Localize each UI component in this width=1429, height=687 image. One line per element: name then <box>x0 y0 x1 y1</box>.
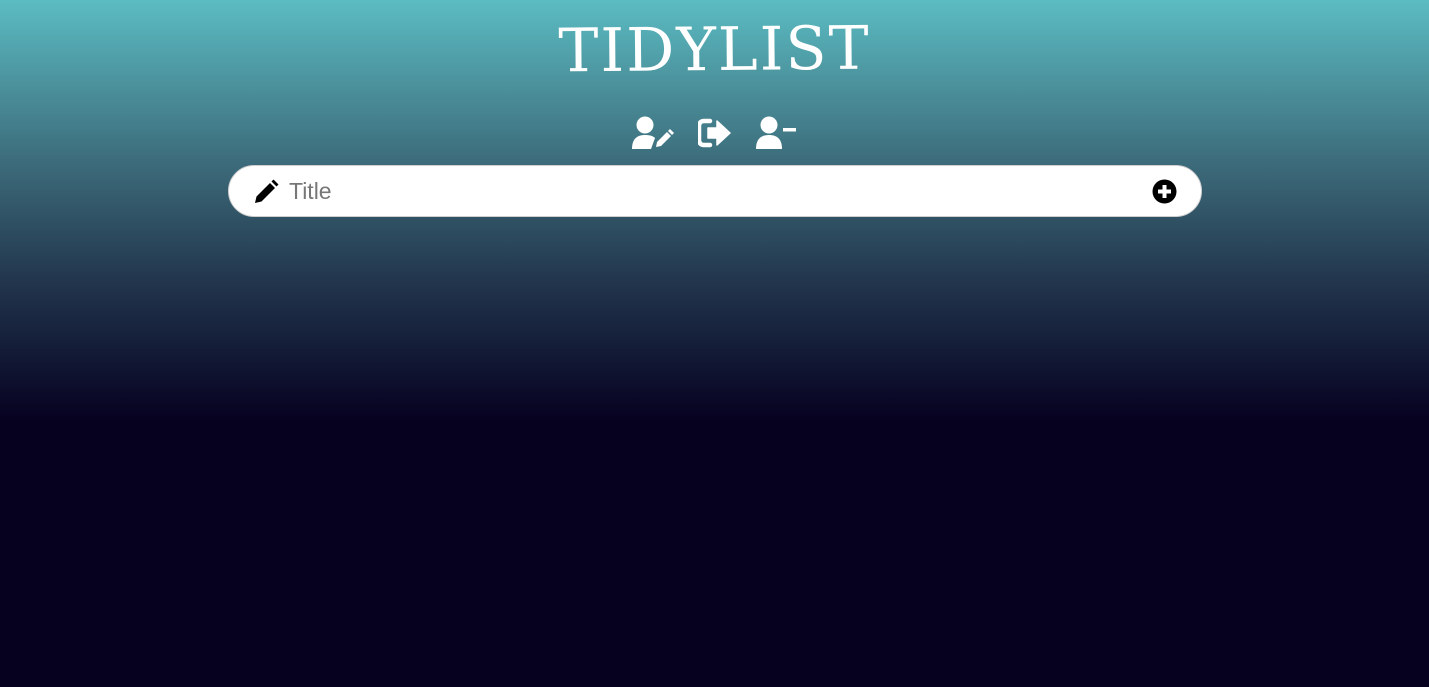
account-toolbar <box>0 113 1429 153</box>
app-title: TIDYLIST <box>558 13 871 87</box>
plus-circle-icon[interactable] <box>1152 179 1177 204</box>
user-minus-icon <box>755 116 796 149</box>
add-item-form <box>228 165 1202 217</box>
user-edit-icon <box>631 116 674 149</box>
edit-profile-button[interactable] <box>631 113 674 153</box>
sign-out-button[interactable] <box>694 113 736 153</box>
title-input[interactable] <box>289 174 1129 208</box>
remove-account-button[interactable] <box>755 113 798 153</box>
pencil-icon <box>255 179 279 203</box>
sign-out-icon <box>697 118 731 148</box>
